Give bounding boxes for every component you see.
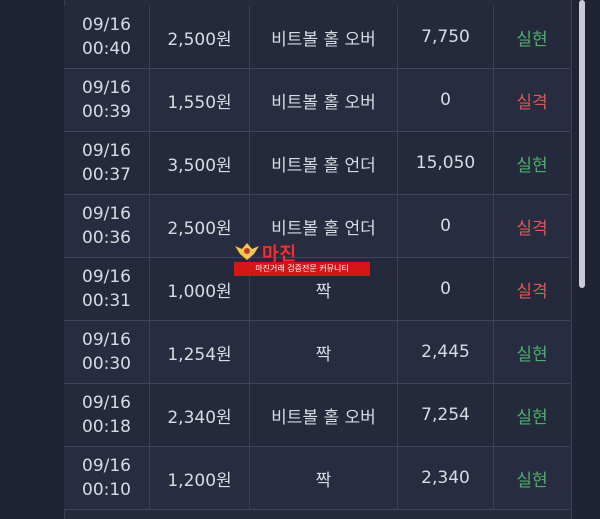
bet-cell: 비트볼 홀 오버 — [250, 69, 398, 131]
bet-cell: 비트볼 홀 오버 — [250, 384, 398, 446]
date-text: 09/16 — [82, 330, 131, 350]
payout-cell: 0 — [398, 69, 494, 131]
bet-cell: 짝 — [250, 321, 398, 383]
bet-cell: 비트볼 홀 오버 — [250, 6, 398, 68]
bet-cell: 비트볼 홀 언더 — [250, 195, 398, 257]
amount-cell: 3,500원 — [150, 132, 250, 194]
result-cell: 실현 — [516, 344, 548, 365]
bet-cell: 비트볼 홀 언더 — [250, 132, 398, 194]
date-text: 09/16 — [82, 204, 131, 224]
payout-cell: 15,050 — [398, 132, 494, 194]
table-row: 09/16 00:40 2,500원 비트볼 홀 오버 7,750 실현 — [64, 6, 570, 69]
bet-cell: 짝 — [250, 447, 398, 509]
time-cell: 09/16 00:37 — [64, 132, 150, 194]
table-row: 09/16 00:36 2,500원 비트볼 홀 언더 0 실격 — [64, 195, 570, 258]
result-cell: 실격 — [516, 281, 548, 302]
time-text: 00:31 — [82, 291, 131, 311]
result-cell: 실현 — [516, 155, 548, 176]
payout-cell: 0 — [398, 258, 494, 320]
time-cell: 09/16 00:30 — [64, 321, 150, 383]
time-text: 00:39 — [82, 102, 131, 122]
time-text: 00:37 — [82, 165, 131, 185]
amount-cell: 1,200원 — [150, 447, 250, 509]
payout-cell: 7,254 — [398, 384, 494, 446]
payout-cell: 7,750 — [398, 6, 494, 68]
date-text: 09/16 — [82, 456, 131, 476]
time-text: 00:36 — [82, 228, 131, 248]
amount-cell: 1,254원 — [150, 321, 250, 383]
payout-cell: 2,445 — [398, 321, 494, 383]
table-row: 09/16 00:10 1,200원 짝 2,340 실현 — [64, 447, 570, 510]
date-text: 09/16 — [82, 78, 131, 98]
amount-cell: 2,340원 — [150, 384, 250, 446]
table-row: 09/16 00:37 3,500원 비트볼 홀 언더 15,050 실현 — [64, 132, 570, 195]
time-cell: 09/16 00:10 — [64, 447, 150, 509]
payout-cell: 0 — [398, 195, 494, 257]
time-cell: 09/16 00:18 — [64, 384, 150, 446]
date-text: 09/16 — [82, 141, 131, 161]
table-row: 09/16 00:18 2,340원 비트볼 홀 오버 7,254 실현 — [64, 384, 570, 447]
result-cell: 실현 — [516, 470, 548, 491]
time-text: 00:30 — [82, 354, 131, 374]
time-text: 00:40 — [82, 39, 131, 59]
amount-cell: 2,500원 — [150, 195, 250, 257]
scrollbar-thumb[interactable] — [579, 0, 585, 288]
amount-cell: 1,000원 — [150, 258, 250, 320]
time-text: 00:18 — [82, 417, 131, 437]
table-row: 09/16 00:31 1,000원 짝 0 실격 — [64, 258, 570, 321]
result-cell: 실격 — [516, 218, 548, 239]
date-text: 09/16 — [82, 393, 131, 413]
result-cell: 실현 — [516, 407, 548, 428]
vertical-scrollbar[interactable] — [578, 0, 586, 519]
time-cell: 09/16 00:39 — [64, 69, 150, 131]
table-row: 09/16 00:39 1,550원 비트볼 홀 오버 0 실격 — [64, 69, 570, 132]
result-cell: 실현 — [516, 29, 548, 50]
time-text: 00:10 — [82, 480, 131, 500]
amount-cell: 1,550원 — [150, 69, 250, 131]
bet-cell: 짝 — [250, 258, 398, 320]
date-text: 09/16 — [82, 267, 131, 287]
table-row: 09/16 00:30 1,254원 짝 2,445 실현 — [64, 321, 570, 384]
history-panel: 09/16 00:40 2,500원 비트볼 홀 오버 7,750 실현 09/… — [0, 0, 600, 519]
result-cell: 실격 — [516, 92, 548, 113]
amount-cell: 2,500원 — [150, 6, 250, 68]
date-text: 09/16 — [82, 15, 131, 35]
payout-cell: 2,340 — [398, 447, 494, 509]
time-cell: 09/16 00:40 — [64, 6, 150, 68]
time-cell: 09/16 00:36 — [64, 195, 150, 257]
time-cell: 09/16 00:31 — [64, 258, 150, 320]
